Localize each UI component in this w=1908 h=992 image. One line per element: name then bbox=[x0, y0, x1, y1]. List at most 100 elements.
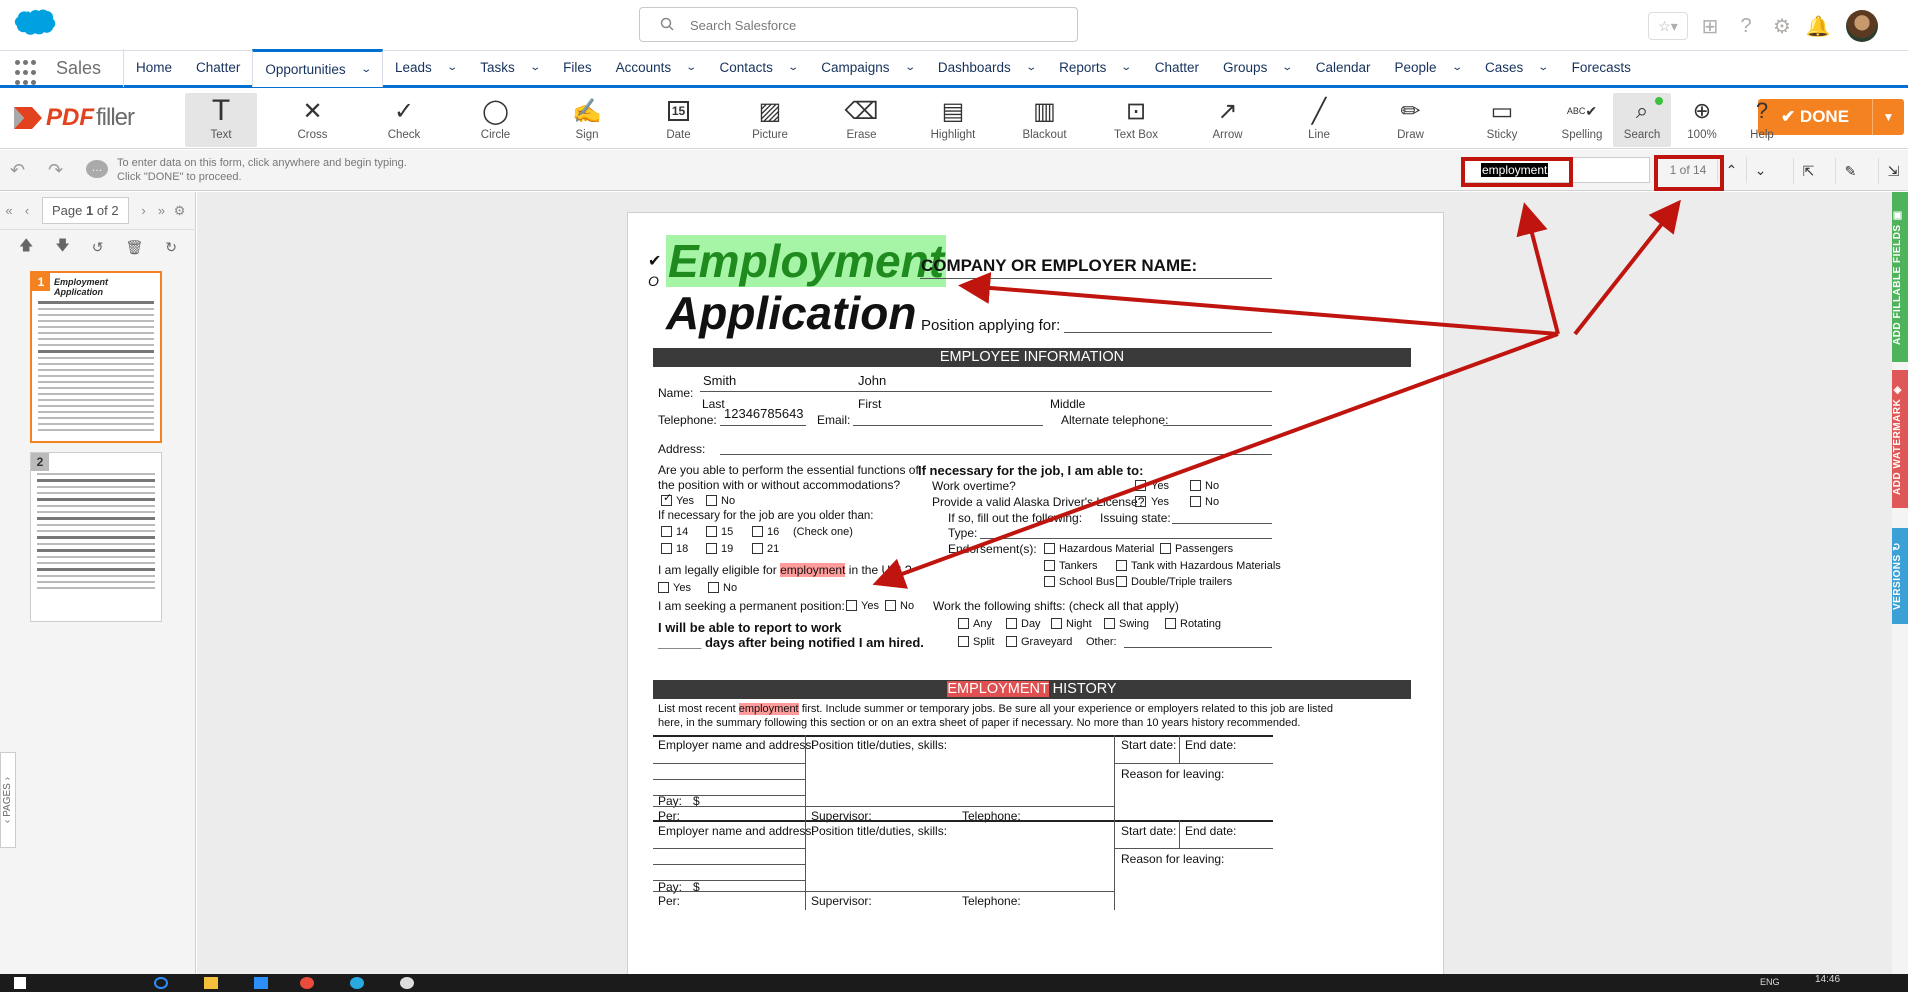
move-up-icon[interactable]: 🡅 bbox=[19, 235, 33, 259]
prev-page-icon[interactable]: ‹ bbox=[18, 203, 36, 218]
add-watermark-tab[interactable]: ADD WATERMARK ◈ bbox=[1892, 370, 1908, 508]
overtime-yes-checkbox[interactable] bbox=[1135, 480, 1146, 491]
redo-icon[interactable]: ↷ bbox=[48, 160, 63, 181]
shift-graveyard-checkbox[interactable] bbox=[1006, 636, 1017, 647]
shift-day-checkbox[interactable] bbox=[1006, 618, 1017, 629]
tool-highlight[interactable]: ▤ Highlight bbox=[917, 93, 989, 147]
tool-search[interactable]: ⌕ Search bbox=[1613, 93, 1671, 147]
permanent-no-checkbox[interactable] bbox=[885, 600, 896, 611]
tool-sign[interactable]: ✍ Sign bbox=[551, 93, 623, 147]
tool-sticky[interactable]: ▭ Sticky bbox=[1466, 93, 1538, 147]
able-yes-checkbox[interactable]: ✓ bbox=[661, 492, 672, 506]
nav-item-leads[interactable]: Leads ⌄ bbox=[383, 49, 468, 87]
able-no-checkbox[interactable] bbox=[706, 495, 717, 506]
endorse-schoolbus-checkbox[interactable] bbox=[1044, 576, 1055, 587]
chevron-down-icon[interactable]: ⌄ bbox=[1121, 49, 1133, 87]
last-page-icon[interactable]: » bbox=[153, 203, 171, 218]
app-launcher-icon[interactable] bbox=[0, 49, 42, 87]
tool-spelling[interactable]: ABC ✔ Spelling bbox=[1553, 93, 1611, 147]
salesforce-logo[interactable] bbox=[11, 9, 57, 41]
chevron-down-icon[interactable]: ⌄ bbox=[685, 49, 697, 87]
tool-picture[interactable]: ▨ Picture bbox=[734, 93, 806, 147]
next-result-icon[interactable]: ⌄ bbox=[1746, 157, 1774, 183]
nav-item-chatter[interactable]: Chatter bbox=[1143, 49, 1211, 87]
language-indicator[interactable]: ENG bbox=[1760, 977, 1780, 987]
nav-item-people[interactable]: People ⌄ bbox=[1383, 49, 1473, 87]
endorse-hazmat-checkbox[interactable] bbox=[1044, 543, 1055, 554]
chevron-down-icon[interactable]: ⌄ bbox=[360, 54, 372, 86]
edit-note-icon[interactable]: ✎ bbox=[1835, 158, 1865, 184]
share-icon[interactable]: ⇲ bbox=[1878, 158, 1908, 184]
tool-help[interactable]: ? Help bbox=[1733, 93, 1791, 147]
age-18-checkbox[interactable] bbox=[661, 543, 672, 554]
rotate-icon[interactable]: ↺ bbox=[92, 239, 104, 256]
nav-item-forecasts[interactable]: Forecasts bbox=[1560, 49, 1643, 87]
chevron-down-icon[interactable]: ⌄ bbox=[1538, 49, 1550, 87]
document-canvas[interactable]: ✔ O Employment Application COMPANY OR EM… bbox=[197, 192, 1892, 974]
age-14-checkbox[interactable] bbox=[661, 526, 672, 537]
tool-line[interactable]: ╱ Line bbox=[1283, 93, 1355, 147]
avatar[interactable] bbox=[1846, 10, 1878, 42]
tool-cross[interactable]: ✕ Cross bbox=[277, 93, 349, 147]
nav-item-opportunities[interactable]: Opportunities ⌄ bbox=[252, 49, 384, 87]
first-name-value[interactable]: John bbox=[858, 373, 886, 388]
nav-item-campaigns[interactable]: Campaigns ⌄ bbox=[809, 49, 926, 87]
document-page[interactable]: ✔ O Employment Application COMPANY OR EM… bbox=[627, 212, 1444, 974]
delete-page-icon[interactable]: 🗑 bbox=[125, 239, 143, 256]
versions-tab[interactable]: VERSIONS ↻ bbox=[1892, 528, 1908, 624]
shift-night-checkbox[interactable] bbox=[1051, 618, 1062, 629]
tool-text[interactable]: T Text bbox=[185, 93, 257, 147]
age-16-checkbox[interactable] bbox=[752, 526, 763, 537]
license-yes-checkbox[interactable] bbox=[1135, 496, 1146, 507]
setup-gear-icon[interactable]: ⚙ bbox=[1768, 12, 1796, 40]
tool-check[interactable]: ✓ Check bbox=[368, 93, 440, 147]
license-no-checkbox[interactable] bbox=[1190, 496, 1201, 507]
age-15-checkbox[interactable] bbox=[706, 526, 717, 537]
page-thumbnail-1[interactable]: 1 Employment Application bbox=[30, 271, 162, 443]
undo-icon[interactable]: ↶ bbox=[10, 160, 25, 181]
nav-item-reports[interactable]: Reports ⌄ bbox=[1047, 49, 1143, 87]
app-icon[interactable] bbox=[400, 977, 414, 989]
nav-item-tasks[interactable]: Tasks ⌄ bbox=[468, 49, 551, 87]
nav-item-home[interactable]: Home bbox=[124, 49, 184, 87]
search-input[interactable]: Search Salesforce bbox=[639, 7, 1078, 42]
tool-100-percent[interactable]: ⊕ 100% bbox=[1673, 93, 1731, 147]
nav-item-files[interactable]: Files bbox=[551, 49, 604, 87]
export-icon[interactable]: ⇱ bbox=[1793, 158, 1823, 184]
store-icon[interactable] bbox=[254, 977, 268, 989]
eligible-yes-checkbox[interactable] bbox=[658, 582, 669, 593]
next-page-icon[interactable]: › bbox=[135, 203, 153, 218]
shift-any-checkbox[interactable] bbox=[958, 618, 969, 629]
overtime-no-checkbox[interactable] bbox=[1190, 480, 1201, 491]
notifications-bell-icon[interactable]: 🔔 bbox=[1804, 12, 1832, 40]
endorse-passengers-checkbox[interactable] bbox=[1160, 543, 1171, 554]
help-icon[interactable]: ? bbox=[1732, 12, 1760, 40]
page-thumbnail-2[interactable]: 2 bbox=[30, 452, 162, 622]
first-page-icon[interactable]: « bbox=[0, 203, 18, 218]
endorse-tank-hazmat-checkbox[interactable] bbox=[1116, 560, 1127, 571]
shift-split-checkbox[interactable] bbox=[958, 636, 969, 647]
pages-tab[interactable]: ‹ PAGES › bbox=[0, 752, 16, 848]
skype-icon[interactable] bbox=[350, 977, 364, 989]
tool-erase[interactable]: ⌫ Erase bbox=[826, 93, 898, 147]
chrome-icon[interactable] bbox=[300, 977, 314, 989]
telephone-value[interactable]: 12346785643 bbox=[724, 406, 804, 421]
chevron-down-icon[interactable]: ⌄ bbox=[787, 49, 799, 87]
file-explorer-icon[interactable] bbox=[204, 977, 218, 989]
nav-item-contacts[interactable]: Contacts ⌄ bbox=[708, 49, 810, 87]
move-down-icon[interactable]: 🡇 bbox=[55, 235, 69, 259]
tool-arrow[interactable]: ↗ Arrow bbox=[1192, 93, 1264, 147]
tool-text-box[interactable]: ⊡ Text Box bbox=[1100, 93, 1172, 147]
nav-item-chatter[interactable]: Chatter bbox=[184, 49, 252, 87]
shift-rotating-checkbox[interactable] bbox=[1165, 618, 1176, 629]
endorse-tankers-checkbox[interactable] bbox=[1044, 560, 1055, 571]
chevron-down-icon[interactable]: ⌄ bbox=[1025, 49, 1037, 87]
page-indicator[interactable]: Page 1 of 2 bbox=[42, 197, 129, 224]
nav-item-accounts[interactable]: Accounts ⌄ bbox=[604, 49, 708, 87]
page-settings-gear-icon[interactable]: ⚙ bbox=[171, 203, 189, 219]
done-dropdown-chevron-icon[interactable]: ▼ bbox=[1872, 99, 1904, 135]
edge-icon[interactable] bbox=[154, 977, 168, 989]
age-21-checkbox[interactable] bbox=[752, 543, 763, 554]
last-name-value[interactable]: Smith bbox=[703, 373, 736, 388]
tool-draw[interactable]: ✏ Draw bbox=[1375, 93, 1447, 147]
